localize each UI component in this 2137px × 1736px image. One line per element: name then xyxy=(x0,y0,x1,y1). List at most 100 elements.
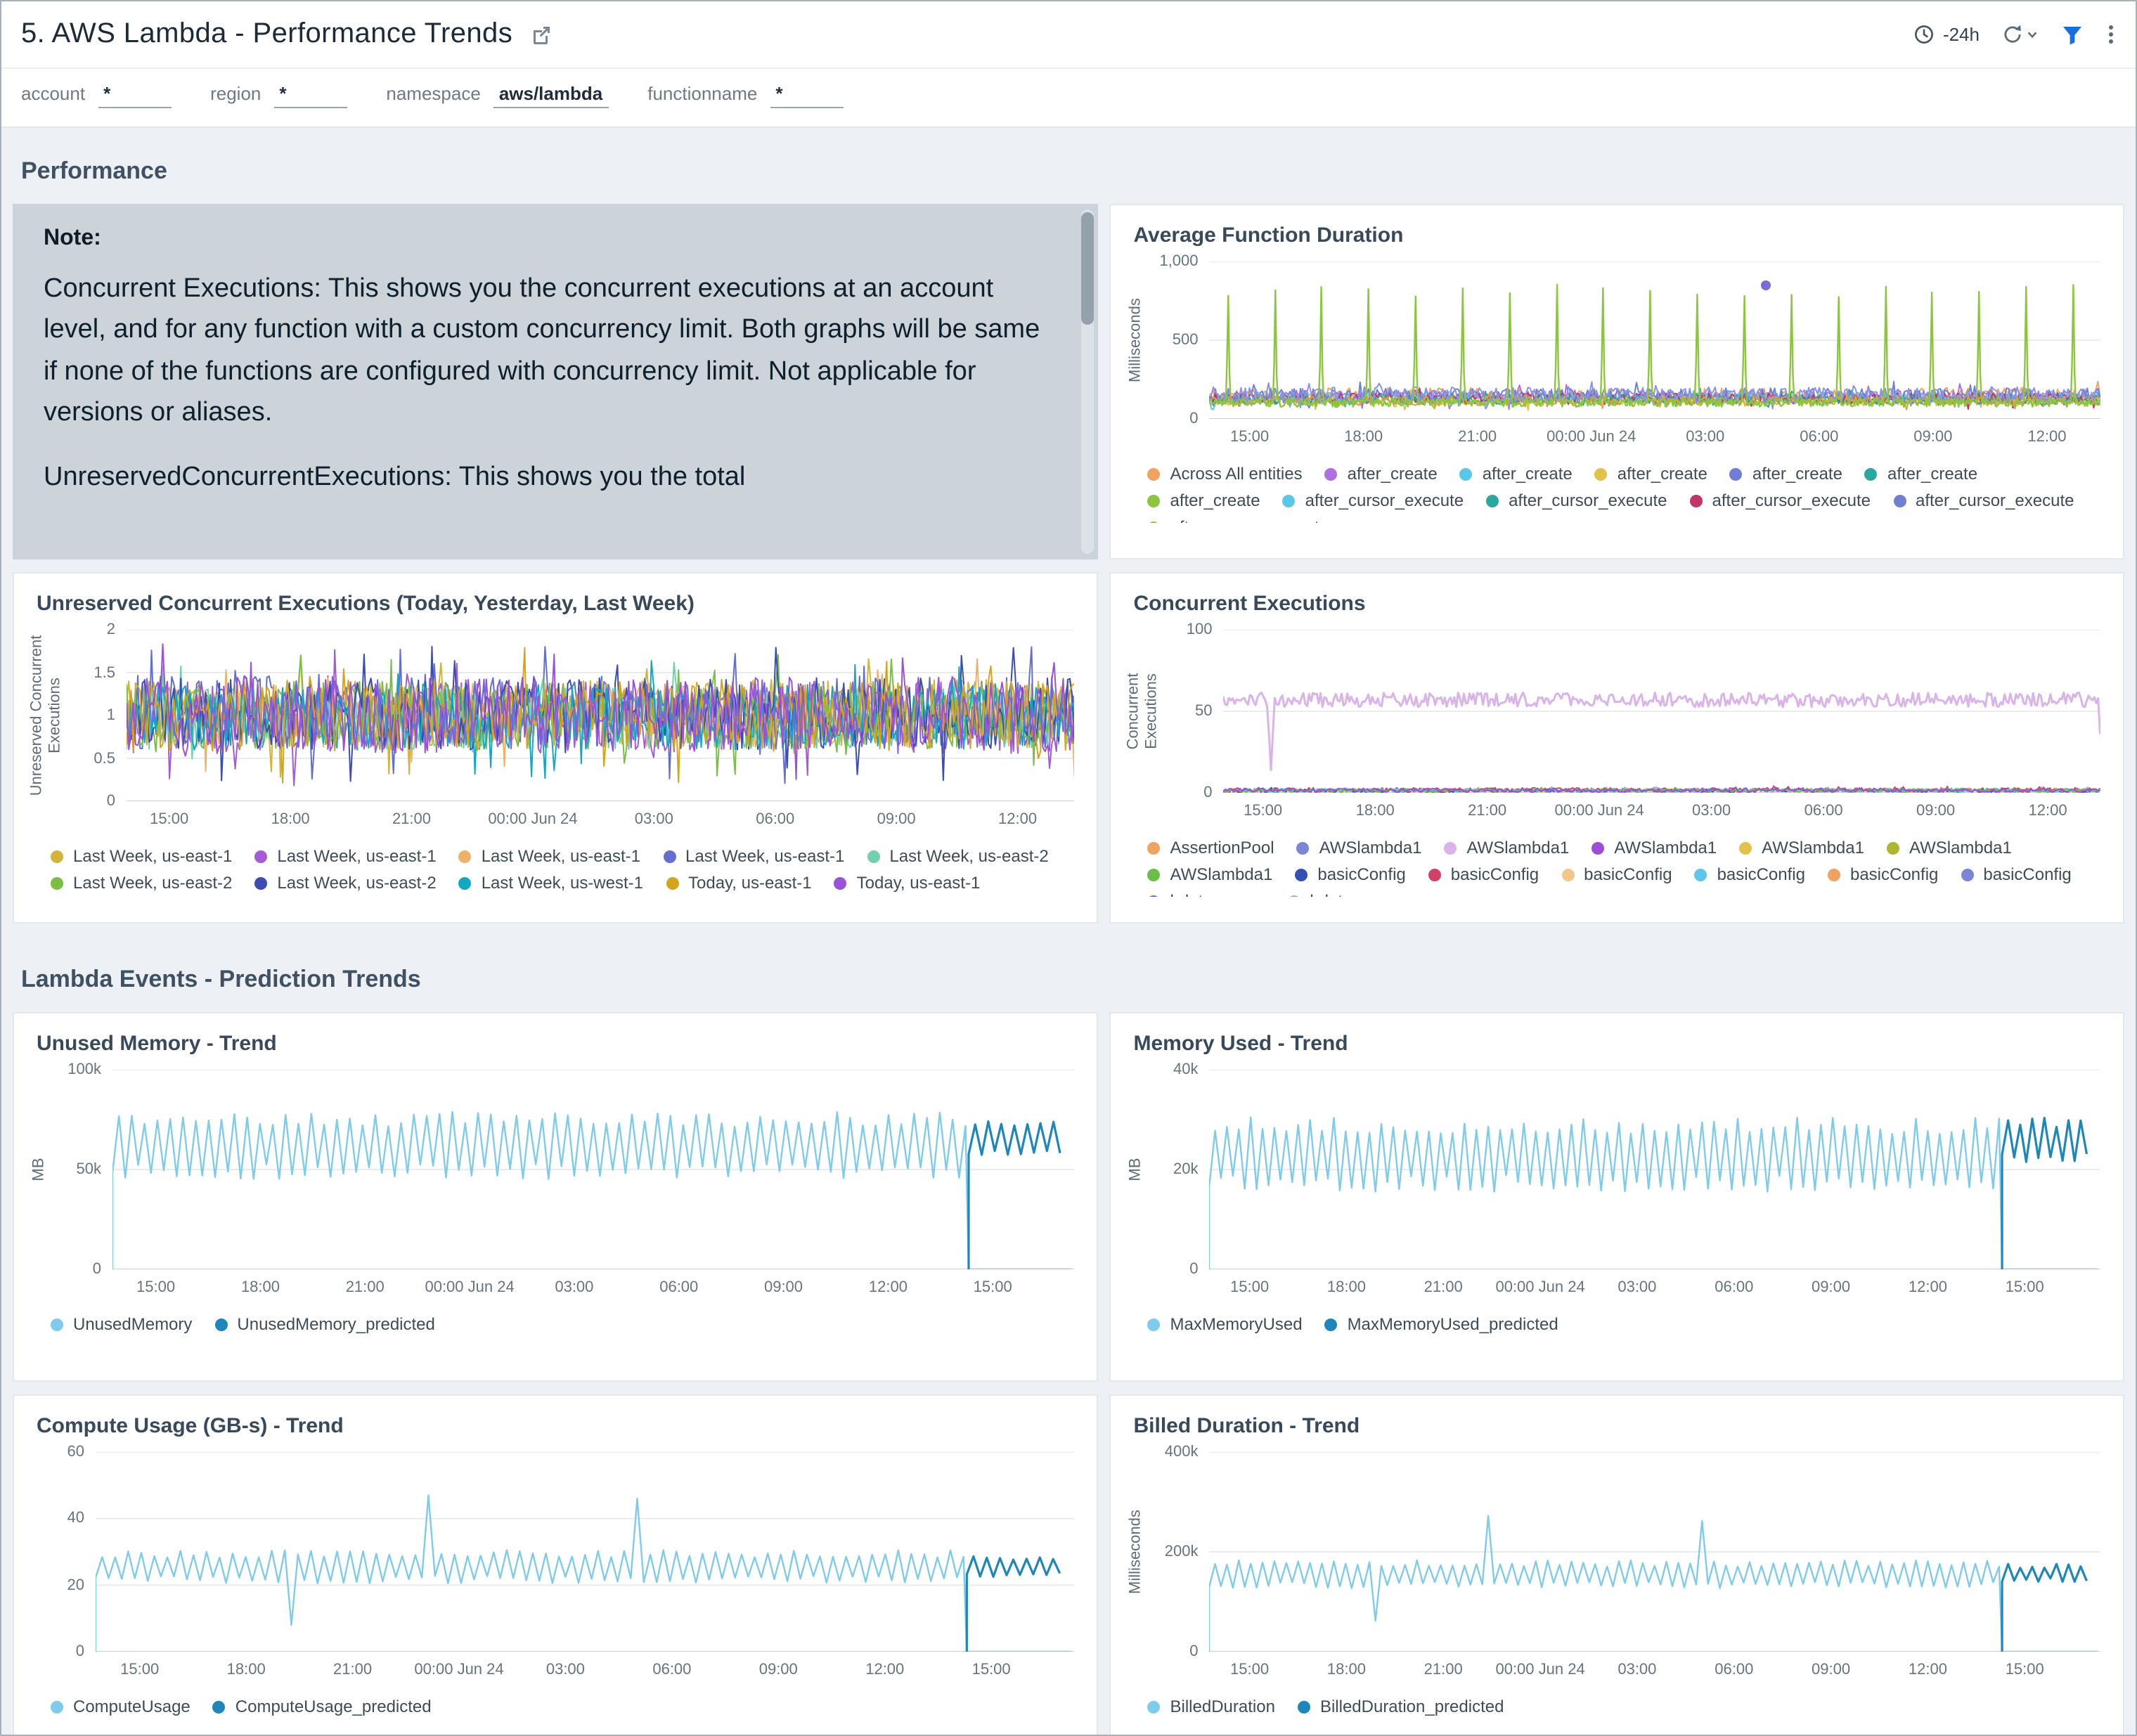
legend-item[interactable]: Last Week, us-east-2 xyxy=(867,846,1048,866)
legend-item[interactable]: BilledDuration_predicted xyxy=(1298,1697,1504,1716)
legend-item[interactable]: AWSlambda1 xyxy=(1592,838,1717,857)
legend-item[interactable]: AWSlambda1 xyxy=(1739,838,1864,857)
legend-item[interactable]: ComputeUsage xyxy=(51,1697,191,1716)
legend-item[interactable]: after_create xyxy=(1325,464,1438,484)
legend-item[interactable]: after_cursor_execute xyxy=(1690,491,1871,510)
legend-item[interactable]: BilledDuration xyxy=(1148,1697,1275,1716)
legend-item[interactable]: after_cursor_execute xyxy=(1893,491,2074,510)
legend-item[interactable]: Last Week, us-east-2 xyxy=(51,873,232,893)
legend-swatch xyxy=(214,1318,227,1330)
legend-item[interactable]: after_create xyxy=(1460,464,1573,484)
legend-item[interactable]: AWSlambda1 xyxy=(1148,864,1273,884)
legend-label: basicConfig xyxy=(1584,864,1672,884)
legend-label: basicConfig xyxy=(1451,864,1539,884)
plot-area[interactable] xyxy=(1210,1070,2100,1269)
legend-label: basicConfig xyxy=(1717,864,1805,884)
legend-swatch xyxy=(1828,868,1840,881)
legend-swatch xyxy=(1325,467,1338,480)
legend-item[interactable]: Last Week, us-west-1 xyxy=(459,873,643,893)
legend-item[interactable]: bdate_range xyxy=(1148,891,1265,897)
y-tick-label: 1,000 xyxy=(1159,253,1198,270)
plot-area[interactable] xyxy=(1210,261,2100,419)
legend-item[interactable]: basicConfig xyxy=(1295,864,1405,884)
legend-label: MaxMemoryUsed xyxy=(1170,1314,1303,1334)
legend-item[interactable]: basicConfig xyxy=(1428,864,1539,884)
legend-label: MaxMemoryUsed_predicted xyxy=(1348,1314,1558,1334)
x-tick-label: 00:00 Jun 24 xyxy=(425,1279,514,1296)
legend-item[interactable]: Across All entities xyxy=(1148,464,1303,484)
x-tick-label: 09:00 xyxy=(1913,429,1952,446)
legend-item[interactable]: after_create xyxy=(1595,464,1707,484)
time-range-button[interactable]: -24h xyxy=(1913,24,1980,45)
legend-item[interactable]: AssertionPool xyxy=(1148,838,1274,857)
plot-area[interactable] xyxy=(112,1070,1075,1269)
legend-swatch xyxy=(459,850,472,862)
legend-item[interactable]: after_cursor_execute xyxy=(1148,517,1329,523)
legend-item[interactable]: Today, us-east-1 xyxy=(834,873,981,893)
refresh-button[interactable] xyxy=(2002,24,2039,45)
legend-swatch xyxy=(1595,467,1608,480)
legend-swatch xyxy=(1460,467,1473,480)
x-tick-label: 06:00 xyxy=(1800,429,1838,446)
x-tick-label: 18:00 xyxy=(241,1279,280,1296)
x-tick-label: 15:00 xyxy=(1230,1279,1269,1296)
legend-item[interactable]: after_create xyxy=(1730,464,1842,484)
filter-region-label: region xyxy=(210,83,261,104)
legend-label: Last Week, us-east-2 xyxy=(73,873,232,893)
kebab-menu-icon[interactable] xyxy=(2106,22,2116,46)
legend-item[interactable]: AWSlambda1 xyxy=(1887,838,2012,857)
chart-canvas xyxy=(112,1070,1075,1269)
legend-item[interactable]: basicConfig xyxy=(1695,864,1805,884)
chart-unused-memory-trend: MB100k50k015:0018:0021:0000:00 Jun 2403:… xyxy=(14,1058,1097,1334)
legend-item[interactable]: bdate_range xyxy=(1287,891,1405,897)
legend-label: AWSlambda1 xyxy=(1466,838,1569,857)
x-tick-label: 18:00 xyxy=(1344,429,1383,446)
legend-item[interactable]: Last Week, us-east-2 xyxy=(254,873,436,893)
legend-label: after_cursor_execute xyxy=(1305,491,1464,510)
filter-namespace-label: namespace xyxy=(386,83,480,104)
legend-item[interactable]: MaxMemoryUsed xyxy=(1148,1314,1303,1334)
legend-swatch xyxy=(1148,521,1161,523)
y-axis-ticks: 21.510.50 xyxy=(67,630,127,801)
legend-item[interactable]: after_create xyxy=(1148,491,1260,510)
legend-item[interactable]: basicConfig xyxy=(1961,864,2071,884)
legend-item[interactable]: UnusedMemory_predicted xyxy=(214,1314,435,1334)
legend-item[interactable]: UnusedMemory xyxy=(51,1314,192,1334)
plot-area[interactable] xyxy=(1224,630,2100,793)
filter-region-input[interactable]: * xyxy=(273,82,347,108)
legend-swatch xyxy=(1295,868,1308,881)
filter-functionname-input[interactable]: * xyxy=(770,82,843,108)
legend-item[interactable]: basicConfig xyxy=(1561,864,1672,884)
filter-account-input[interactable]: * xyxy=(98,82,171,108)
scrollbar-thumb[interactable] xyxy=(1082,212,1095,325)
legend-item[interactable]: Last Week, us-east-1 xyxy=(663,846,844,866)
legend-item[interactable]: Today, us-east-1 xyxy=(666,873,812,893)
legend-item[interactable]: after_cursor_execute xyxy=(1283,491,1464,510)
legend-item[interactable]: Last Week, us-east-1 xyxy=(254,846,436,866)
x-tick-label: 15:00 xyxy=(2006,1661,2044,1678)
scrollbar-track[interactable] xyxy=(1082,209,1095,554)
plot-area[interactable] xyxy=(127,630,1075,801)
legend-item[interactable]: AWSlambda1 xyxy=(1444,838,1569,857)
chart-unreserved-concurrent-executions: Unreserved Concurrent Executions21.510.5… xyxy=(14,618,1097,893)
filter-namespace-input[interactable]: aws/lambda xyxy=(493,82,608,108)
legend-item[interactable]: MaxMemoryUsed_predicted xyxy=(1325,1314,1558,1334)
x-axis-ticks: 15:0018:0021:0000:00 Jun 2403:0006:0009:… xyxy=(1210,1652,2100,1683)
filter-toggle-button[interactable] xyxy=(2061,23,2084,46)
y-tick-label: 0 xyxy=(1189,410,1198,427)
legend-item[interactable]: AWSlambda1 xyxy=(1297,838,1422,857)
legend-item[interactable]: after_create xyxy=(1865,464,1977,484)
plot-area[interactable] xyxy=(1210,1452,2100,1652)
legend-item[interactable]: basicConfig xyxy=(1828,864,1938,884)
legend-label: UnusedMemory xyxy=(73,1314,192,1334)
y-tick-label: 60 xyxy=(67,1444,85,1460)
legend-label: after_cursor_execute xyxy=(1916,491,2074,510)
legend-item[interactable]: Last Week, us-east-1 xyxy=(459,846,640,866)
legend-item[interactable]: after_cursor_execute xyxy=(1486,491,1667,510)
panel-title: Unused Memory - Trend xyxy=(14,1013,1097,1058)
legend-item[interactable]: ComputeUsage_predicted xyxy=(213,1697,432,1716)
x-tick-label: 18:00 xyxy=(227,1661,266,1678)
plot-area[interactable] xyxy=(96,1452,1075,1652)
legend-item[interactable]: Last Week, us-east-1 xyxy=(51,846,232,866)
share-icon[interactable] xyxy=(529,23,552,46)
